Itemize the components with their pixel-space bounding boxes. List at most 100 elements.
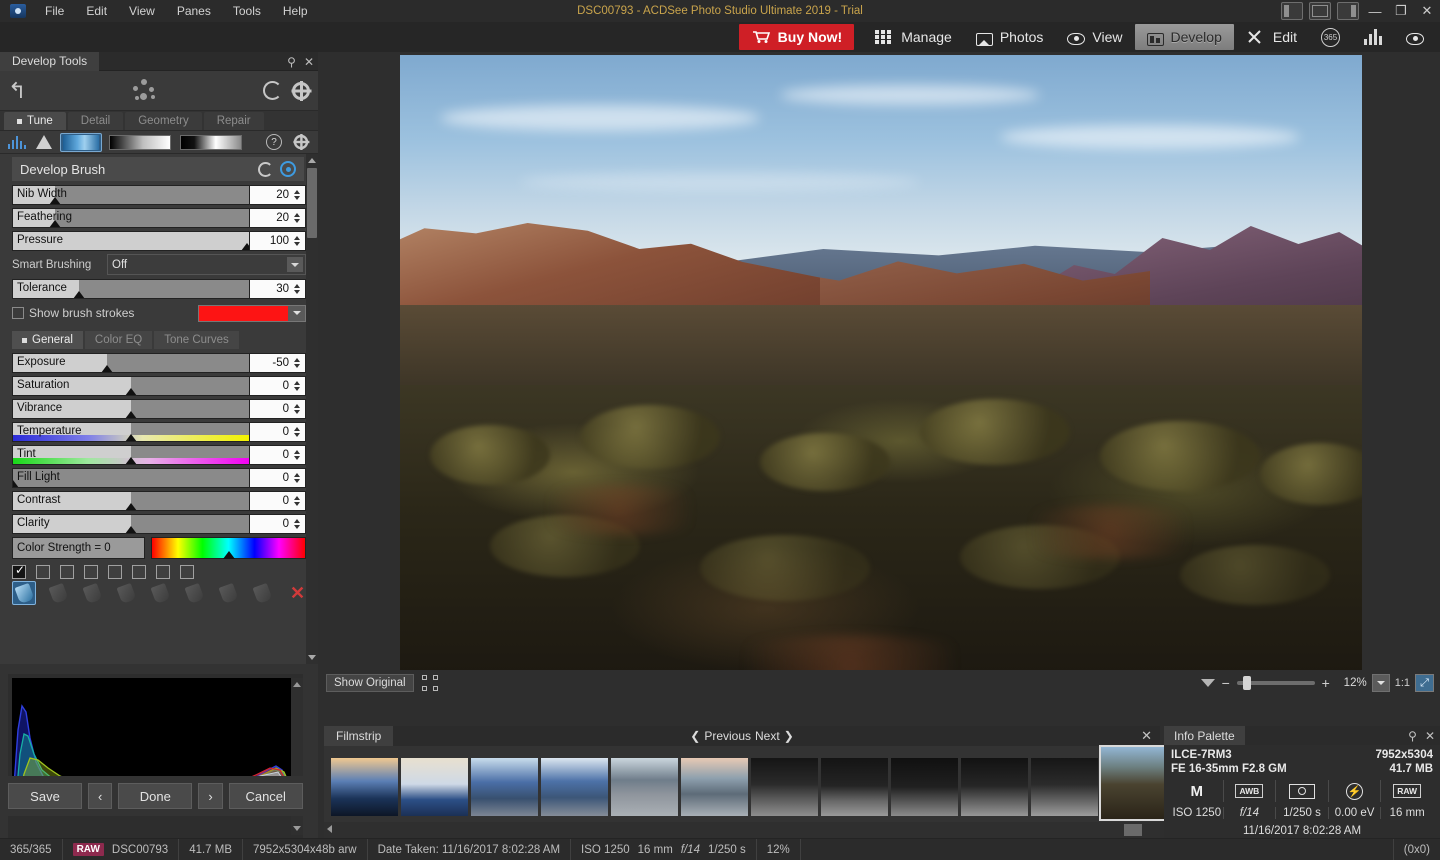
toggle-bottom-panel-icon[interactable] [1309,2,1331,20]
radial-gradient-icon[interactable] [178,133,244,152]
mode-view[interactable]: View [1055,24,1134,50]
clarity-slider[interactable]: Clarity 0 [12,514,306,534]
exposure-slider[interactable]: Exposure -50 [12,353,306,373]
random-dots-icon[interactable] [131,78,159,104]
next-image-button[interactable]: › [198,783,222,809]
develop-tools-tab[interactable]: Develop Tools [0,52,99,71]
reset-circular-arrow-icon[interactable] [263,81,282,100]
brush-slot-icon-2[interactable] [46,581,70,605]
brush-slot-icon-6[interactable] [182,581,206,605]
done-button[interactable]: Done [118,783,192,809]
brush-slot-icon-3[interactable] [80,581,104,605]
close-icon[interactable]: ✕ [304,56,314,68]
chevron-down-icon[interactable] [287,257,303,272]
cancel-button[interactable]: Cancel [229,783,303,809]
tab-geometry[interactable]: Geometry [125,112,202,130]
zoom-slider[interactable] [1237,681,1315,685]
filmstrip-scroll-thumb[interactable] [1124,824,1142,836]
tolerance-stepper[interactable] [291,284,302,294]
filmstrip-tab[interactable]: Filmstrip [324,726,393,746]
brush-slot-checkbox-5[interactable] [108,565,122,579]
tab-tune[interactable]: Tune [4,112,66,130]
tab-repair[interactable]: Repair [204,112,264,130]
brush-slot-checkbox-8[interactable] [180,565,194,579]
chevron-left-icon[interactable]: ❮ [690,729,700,743]
thumb-4[interactable] [541,758,608,816]
cloud-sync-button[interactable] [1394,24,1436,50]
fit-to-window-icon[interactable]: ⤢ [1415,674,1434,692]
tint-stepper[interactable] [291,450,302,460]
scroll-left-icon[interactable] [327,825,332,833]
scroll-up-icon[interactable] [308,158,316,163]
menu-view[interactable]: View [118,1,166,21]
subtab-tone-curves[interactable]: Tone Curves [154,331,239,349]
tint-slider[interactable]: Tint 0 [12,445,306,465]
thumb-9[interactable] [891,758,958,816]
smart-brushing-select[interactable]: Off [107,254,306,275]
histogram-icon[interactable] [6,133,28,152]
pressure-slider[interactable]: Pressure 100 [12,231,306,251]
help-question-icon[interactable]: ? [263,133,285,152]
reset-icon[interactable] [258,162,273,177]
hue-bar[interactable] [151,537,306,559]
thumb-2[interactable] [401,758,468,816]
brush-slot-checkbox-4[interactable] [84,565,98,579]
feathering-stepper[interactable] [291,213,302,223]
linear-gradient-icon[interactable] [107,133,173,152]
gear-icon[interactable] [292,82,310,100]
zoom-ratio-label[interactable]: 1:1 [1395,677,1410,689]
mode-photos[interactable]: Photos [964,24,1056,50]
feathering-slider[interactable]: Feathering 20 [12,208,306,228]
exposure-stepper[interactable] [291,358,302,368]
gear-icon[interactable] [290,133,312,152]
fill-light-stepper[interactable] [291,473,302,483]
subtab-color-eq[interactable]: Color EQ [85,331,152,349]
scroll-down-icon[interactable] [308,655,316,660]
brush-slot-icon-5[interactable] [148,581,172,605]
show-brush-strokes-checkbox[interactable] [12,307,24,319]
chevron-down-icon[interactable] [288,306,305,321]
color-strength-label[interactable]: Color Strength = 0 [12,537,145,559]
next-button[interactable]: Next [755,729,780,743]
vibrance-stepper[interactable] [291,404,302,414]
previous-image-button[interactable]: ‹ [88,783,112,809]
menu-file[interactable]: File [34,1,75,21]
develop-preview-image[interactable] [400,55,1362,696]
delete-brush-icon[interactable]: ✕ [290,583,305,604]
statistics-button[interactable] [1352,24,1394,50]
brush-slot-icon-1[interactable] [12,581,36,605]
develop-panel-scrollbar[interactable] [306,154,318,664]
zoom-in-button[interactable]: + [1320,675,1332,691]
minimize-button[interactable]: — [1362,0,1388,22]
thumb-3[interactable] [471,758,538,816]
saturation-slider[interactable]: Saturation 0 [12,376,306,396]
brush-slot-icon-4[interactable] [114,581,138,605]
develop-brush-icon[interactable] [60,133,102,152]
menu-edit[interactable]: Edit [75,1,118,21]
restore-button[interactable]: ❐ [1388,0,1414,22]
thumb-5[interactable] [611,758,678,816]
tolerance-slider[interactable]: Tolerance 30 [12,279,306,299]
subtab-general[interactable]: General [12,331,83,349]
temperature-stepper[interactable] [291,427,302,437]
buy-now-button[interactable]: Buy Now! [739,24,855,50]
vibrance-slider[interactable]: Vibrance 0 [12,399,306,419]
mode-edit[interactable]: Edit [1234,24,1309,50]
mode-manage[interactable]: Manage [862,24,964,50]
undo-arrow-icon[interactable]: ↰ [8,78,26,104]
chevron-right-icon[interactable]: ❯ [784,729,794,743]
close-icon[interactable]: ✕ [1425,729,1435,743]
acdsee-365-button[interactable]: 365 [1309,24,1352,50]
brush-slot-icon-7[interactable] [216,581,240,605]
chevron-down-icon[interactable] [1201,679,1215,687]
menu-panes[interactable]: Panes [166,1,222,21]
fill-light-slider[interactable]: Fill Light 0 [12,468,306,488]
previous-button[interactable]: Previous [704,729,751,743]
thumb-6[interactable] [681,758,748,816]
pressure-stepper[interactable] [291,236,302,246]
thumb-8[interactable] [821,758,888,816]
nib-width-slider[interactable]: Nib Width 20 [12,185,306,205]
brush-slot-checkbox-1[interactable] [12,565,26,579]
clarity-stepper[interactable] [291,519,302,529]
info-palette-tab[interactable]: Info Palette [1164,726,1245,745]
